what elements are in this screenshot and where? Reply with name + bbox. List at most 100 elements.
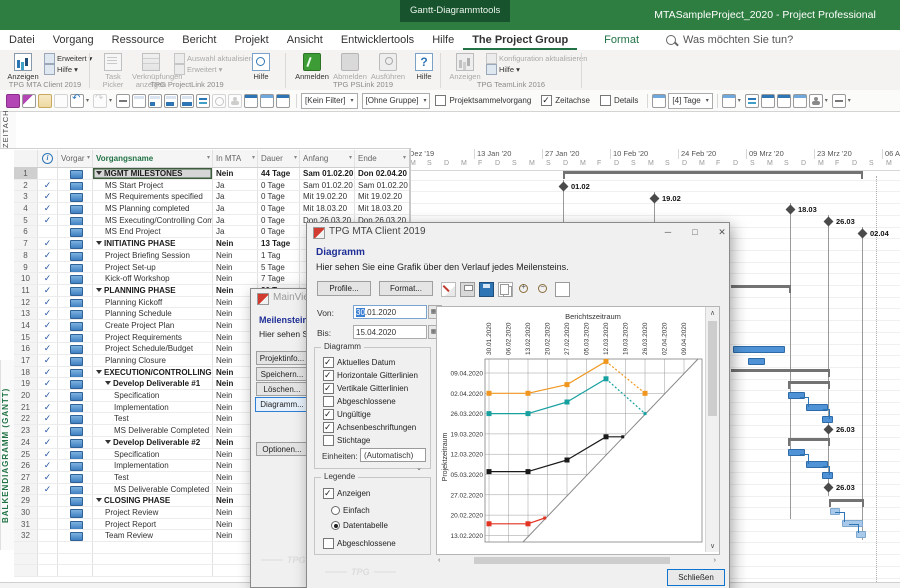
- row-name-cell[interactable]: [93, 542, 213, 553]
- row-info-cell[interactable]: ✓: [38, 297, 58, 308]
- optionen-button[interactable]: Optionen...: [256, 442, 308, 456]
- menu-item-ansicht[interactable]: Ansicht: [278, 30, 332, 50]
- menu-item-datei[interactable]: Datei: [0, 30, 44, 50]
- row-name-cell[interactable]: Implementation: [93, 460, 213, 471]
- row-name-cell[interactable]: Project Set-up: [93, 262, 213, 273]
- row-name-cell[interactable]: EXECUTION/CONTROLLING PHASE: [93, 367, 213, 378]
- milestone-diamond[interactable]: [650, 194, 660, 204]
- summary-task-bar[interactable]: [788, 381, 830, 384]
- row-number[interactable]: 17: [14, 355, 38, 366]
- row-mta-cell[interactable]: Nein: [213, 238, 258, 249]
- row-name-cell[interactable]: MS Executing/Controlling Completed: [93, 215, 213, 226]
- checkbox-icon[interactable]: [323, 409, 334, 420]
- row-info-cell[interactable]: [38, 519, 58, 530]
- row-mode-cell[interactable]: [58, 449, 93, 460]
- table-row[interactable]: 1MGMT MILESTONESNein44 TageSam 01.02.20D…: [14, 168, 409, 180]
- row-number[interactable]: 32: [14, 530, 38, 541]
- row-dauer-cell[interactable]: 7 Tage: [258, 273, 300, 284]
- einfach-radio[interactable]: Einfach: [331, 506, 370, 515]
- minimize-icon[interactable]: ─: [658, 225, 678, 240]
- dauer-column-header[interactable]: Dauer▾: [258, 150, 300, 167]
- row-number[interactable]: 31: [14, 519, 38, 530]
- filter-arrow-icon[interactable]: ▾: [207, 150, 210, 167]
- filter-arrow-icon[interactable]: ▾: [87, 150, 90, 167]
- menu-item-bericht[interactable]: Bericht: [173, 30, 225, 50]
- row-mode-cell[interactable]: [58, 460, 93, 471]
- row-mode-cell[interactable]: [58, 332, 93, 343]
- ung-ltige-checkbox[interactable]: Ungültige: [323, 409, 371, 420]
- abgeschlossene-checkbox[interactable]: Abgeschlossene: [323, 538, 396, 549]
- stichtage-checkbox[interactable]: Stichtage: [323, 435, 370, 446]
- zoom-select[interactable]: [4] Tage▾: [668, 93, 712, 109]
- menu-item-format[interactable]: Format: [595, 30, 648, 50]
- expand-triangle-icon[interactable]: [96, 171, 102, 175]
- percent-50-icon[interactable]: [148, 94, 162, 108]
- row-name-cell[interactable]: MS Requirements specified: [93, 191, 213, 202]
- insert-task-icon[interactable]: [260, 94, 274, 108]
- row-mode-cell[interactable]: [58, 425, 93, 436]
- row-info-cell[interactable]: ✓: [38, 355, 58, 366]
- row-name-cell[interactable]: Develop Deliverable #2: [93, 437, 213, 448]
- dropdown-caret-icon[interactable]: ▾: [109, 97, 112, 104]
- speichern-button[interactable]: Speichern...: [256, 367, 308, 381]
- row-info-cell[interactable]: [38, 168, 58, 179]
- row-mode-cell[interactable]: [58, 238, 93, 249]
- filter-arrow-icon[interactable]: ▾: [252, 150, 255, 167]
- row-name-cell[interactable]: Project Review: [93, 507, 213, 518]
- new-page-icon[interactable]: [555, 282, 570, 297]
- row-mode-cell[interactable]: [58, 343, 93, 354]
- row-info-cell[interactable]: ✓: [38, 285, 58, 296]
- window-2-icon[interactable]: [777, 94, 791, 108]
- table-row[interactable]: 4✓MS Planning completedJa0 TageMit 18.03…: [14, 203, 409, 215]
- summary-task-bar[interactable]: [788, 438, 830, 441]
- row-info-cell[interactable]: [38, 554, 58, 565]
- expand-triangle-icon[interactable]: [96, 241, 102, 245]
- row-info-cell[interactable]: ✓: [38, 238, 58, 249]
- row-mode-cell[interactable]: [58, 367, 93, 378]
- percent-0-icon[interactable]: [132, 94, 146, 108]
- filter-select[interactable]: [Kein Filter]▾: [301, 93, 357, 109]
- row-mode-cell[interactable]: [58, 484, 93, 495]
- row-info-cell[interactable]: ✓: [38, 472, 58, 483]
- projektsammelvorgang-checkbox[interactable]: Projektsammelvorgang: [435, 95, 531, 106]
- row-number[interactable]: 25: [14, 449, 38, 460]
- row-mode-cell[interactable]: [58, 472, 93, 483]
- paste-icon[interactable]: [54, 94, 68, 108]
- row-dauer-cell[interactable]: 5 Tage: [258, 262, 300, 273]
- row-info-cell[interactable]: ✓: [38, 413, 58, 424]
- filter-arrow-icon[interactable]: ▾: [294, 150, 297, 167]
- expand-triangle-icon[interactable]: [96, 370, 102, 374]
- row-name-cell[interactable]: MS Deliverable Completed: [93, 484, 213, 495]
- row-info-cell[interactable]: [38, 226, 58, 237]
- abgeschlossene-checkbox[interactable]: Abgeschlossene: [323, 396, 396, 407]
- row-number[interactable]: 15: [14, 332, 38, 343]
- row-name-cell[interactable]: PLANNING PHASE: [93, 285, 213, 296]
- row-mode-cell[interactable]: [58, 180, 93, 191]
- ende-column-header[interactable]: Ende▾: [355, 150, 408, 167]
- von-input[interactable]: 30.01.2020: [353, 305, 427, 319]
- ribbon-button-hilfe[interactable]: Hilfe ▾: [486, 64, 587, 75]
- table-row[interactable]: 3✓MS Requirements specifiedJa0 TageMit 1…: [14, 191, 409, 203]
- window-settings-icon[interactable]: [793, 94, 807, 108]
- row-info-cell[interactable]: ✓: [38, 320, 58, 331]
- milestone-diamond[interactable]: [786, 205, 796, 215]
- row-info-cell[interactable]: ✓: [38, 203, 58, 214]
- task-bar[interactable]: [733, 346, 785, 353]
- row-number[interactable]: 10: [14, 273, 38, 284]
- row-anfang-cell[interactable]: Mit 18.03.20: [300, 203, 355, 214]
- scroll-to-task-icon[interactable]: [244, 94, 258, 108]
- row-info-cell[interactable]: ✓: [38, 437, 58, 448]
- menu-item-ressource[interactable]: Ressource: [103, 30, 174, 50]
- row-number[interactable]: 5: [14, 215, 38, 226]
- row-info-cell[interactable]: ✓: [38, 180, 58, 191]
- zoom-out-icon[interactable]: [536, 282, 551, 297]
- save-chart-icon[interactable]: [479, 282, 494, 297]
- checkbox-icon[interactable]: [435, 95, 446, 106]
- row-number[interactable]: 18: [14, 367, 38, 378]
- vertikale-gitterlinien-checkbox[interactable]: Vertikale Gitterlinien: [323, 383, 408, 394]
- row-name-cell[interactable]: INITIATING PHASE: [93, 238, 213, 249]
- format-button[interactable]: Format...: [379, 281, 433, 296]
- save-icon[interactable]: [6, 94, 20, 108]
- row-name-cell[interactable]: Project Requirements: [93, 332, 213, 343]
- row-number[interactable]: 29: [14, 495, 38, 506]
